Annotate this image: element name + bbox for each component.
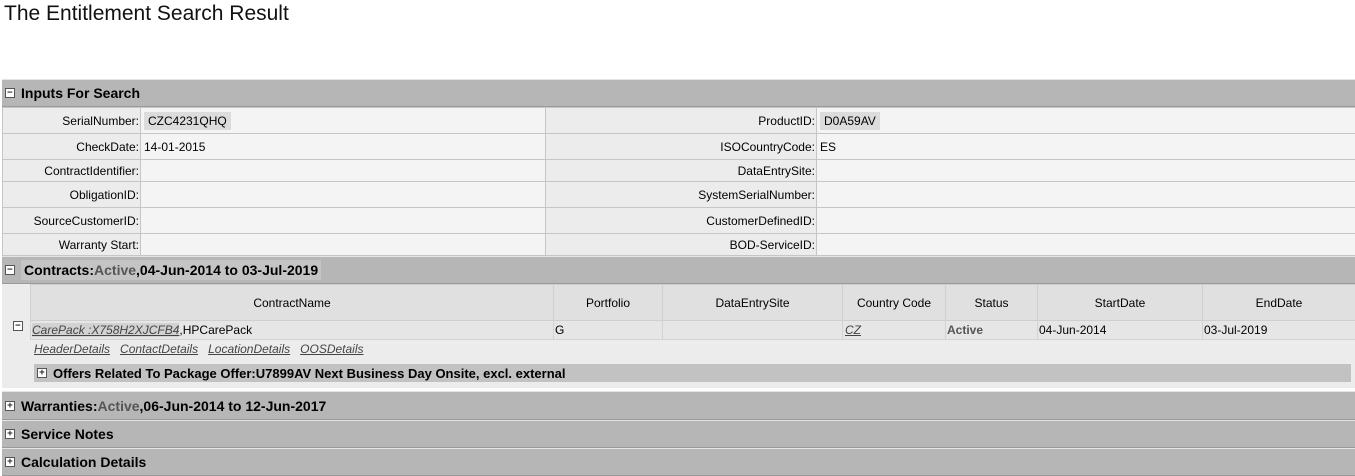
collapse-icon[interactable]: − [13, 321, 23, 331]
start-date-cell: 04-Jun-2014 [1037, 320, 1203, 340]
warranty-start-value [140, 233, 546, 256]
page-title: The Entitlement Search Result [4, 2, 289, 25]
end-date-cell: 03-Jul-2019 [1202, 320, 1355, 340]
input-row: SerialNumber: CZC4231QHQ ProductID: D0A5… [2, 107, 1355, 134]
location-details-link[interactable]: LocationDetails [208, 342, 290, 356]
oos-details-link[interactable]: OOSDetails [300, 342, 363, 356]
iso-country-code-label: ISOCountryCode: [545, 133, 817, 160]
collapse-icon[interactable]: − [5, 88, 15, 98]
service-notes-title: Service Notes [21, 426, 114, 442]
contracts-table: ContractName Portfolio DataEntrySite Cou… [30, 284, 1355, 340]
table-row: CarePack :X758H2XJCFB4,HPCarePack G CZ A… [30, 320, 1355, 340]
input-row: ObligationID: SystemSerialNumber: [2, 181, 1355, 208]
source-customer-id-value [140, 207, 546, 234]
data-entry-site-value [816, 159, 1355, 182]
expand-icon[interactable]: + [37, 368, 47, 378]
warranties-status: Active [97, 397, 140, 414]
column-header: ContractName [30, 284, 554, 321]
serial-number-value: CZC4231QHQ [140, 107, 546, 134]
input-row: SourceCustomerID: CustomerDefinedID: [2, 207, 1355, 234]
check-date-value: 14-01-2015 [140, 133, 546, 160]
detail-links: HeaderDetails ContactDetails LocationDet… [34, 342, 364, 356]
inputs-table: SerialNumber: CZC4231QHQ ProductID: D0A5… [2, 107, 1355, 256]
column-header: Portfolio [553, 284, 663, 321]
calculation-details-title: Calculation Details [21, 454, 147, 470]
inputs-section-title: Inputs For Search [21, 85, 141, 101]
country-code-link[interactable]: CZ [845, 323, 861, 337]
contracts-section-header[interactable]: − Contracts:Active,04-Jun-2014 to 03-Jul… [2, 256, 1355, 284]
contracts-header-row: ContractName Portfolio DataEntrySite Cou… [30, 284, 1355, 321]
obligation-id-label: ObligationID: [2, 181, 141, 208]
customer-defined-id-label: CustomerDefinedID: [545, 207, 817, 234]
contract-identifier-value [140, 159, 546, 182]
contract-link[interactable]: CarePack :X758H2XJCFB4 [32, 323, 180, 337]
input-row: ContractIdentifier: DataEntrySite: [2, 159, 1355, 182]
inputs-section-header[interactable]: − Inputs For Search [2, 79, 1355, 107]
input-row: Warranty Start: BOD-ServiceID: [2, 233, 1355, 256]
contract-name-cell: CarePack :X758H2XJCFB4,HPCarePack [30, 320, 554, 340]
service-notes-section-header[interactable]: + Service Notes [2, 420, 1355, 448]
contact-details-link[interactable]: ContactDetails [120, 342, 198, 356]
warranties-prefix: Warranties: [21, 397, 98, 414]
product-id-value: D0A59AV [816, 107, 1355, 134]
obligation-id-value [140, 181, 546, 208]
expand-icon[interactable]: + [5, 429, 15, 439]
offers-section-header[interactable]: + Offers Related To Package Offer:U7899A… [34, 364, 1351, 382]
warranties-range: ,06-Jun-2014 to 12-Jun-2017 [139, 397, 327, 414]
contracts-prefix: Contracts: [24, 262, 95, 278]
data-entry-site-cell [662, 320, 843, 340]
check-date-label: CheckDate: [2, 133, 141, 160]
column-header: DataEntrySite [662, 284, 843, 321]
bod-service-id-value [816, 233, 1355, 256]
portfolio-cell: G [553, 320, 663, 340]
system-serial-number-value [816, 181, 1355, 208]
serial-number-label: SerialNumber: [2, 107, 141, 134]
product-id-label: ProductID: [545, 107, 817, 134]
iso-country-code-value: ES [816, 133, 1355, 160]
input-row: CheckDate: 14-01-2015 ISOCountryCode: ES [2, 133, 1355, 160]
contracts-status: Active [94, 262, 137, 278]
expand-icon[interactable]: + [5, 457, 15, 467]
offers-title: Offers Related To Package Offer:U7899AV … [53, 365, 566, 381]
warranty-start-label: Warranty Start: [2, 233, 141, 256]
country-code-cell: CZ [842, 320, 946, 340]
warranties-section-header[interactable]: + Warranties: Active ,06-Jun-2014 to 12-Ju… [2, 391, 1355, 420]
column-header: StartDate [1037, 284, 1203, 321]
data-entry-site-label: DataEntrySite: [545, 159, 817, 182]
header-details-link[interactable]: HeaderDetails [34, 342, 110, 356]
system-serial-number-label: SystemSerialNumber: [545, 181, 817, 208]
contracts-panel: ContractName Portfolio DataEntrySite Cou… [2, 284, 1355, 388]
source-customer-id-label: SourceCustomerID: [2, 207, 141, 234]
contracts-range: ,04-Jun-2014 to 03-Jul-2019 [136, 262, 319, 278]
status-cell: Active [945, 320, 1038, 340]
contract-identifier-label: ContractIdentifier: [2, 159, 141, 182]
collapse-icon[interactable]: − [5, 265, 15, 275]
column-header: EndDate [1202, 284, 1355, 321]
calculation-details-section-header[interactable]: + Calculation Details [2, 448, 1355, 476]
contract-suffix: ,HPCarePack [179, 323, 253, 337]
column-header: Status [945, 284, 1038, 321]
customer-defined-id-value [816, 207, 1355, 234]
bod-service-id-label: BOD-ServiceID: [545, 233, 817, 256]
expand-icon[interactable]: + [5, 400, 15, 411]
contracts-section-title: Contracts:Active,04-Jun-2014 to 03-Jul-2… [21, 260, 322, 280]
column-header: Country Code [842, 284, 946, 321]
